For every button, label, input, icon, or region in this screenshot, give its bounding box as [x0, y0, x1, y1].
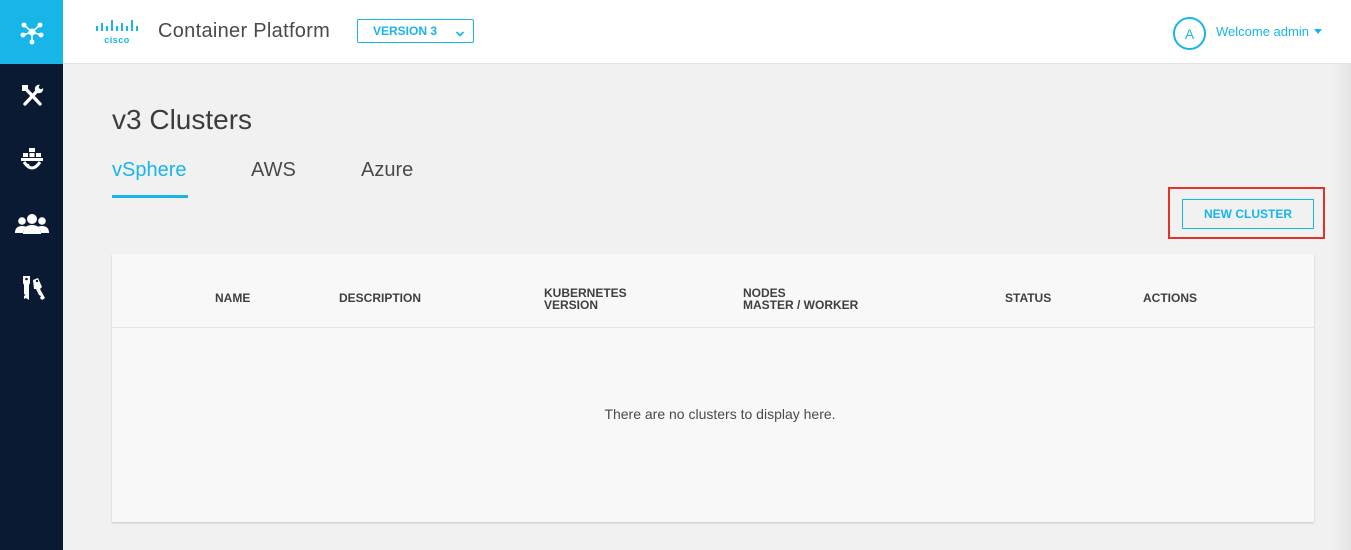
caret-down-icon [1313, 29, 1322, 34]
tab-aws[interactable]: AWS [251, 159, 296, 182]
version-select-value: VERSION 3 [373, 24, 438, 38]
sidebar-item-tools[interactable] [0, 64, 63, 128]
users-icon [14, 212, 49, 236]
page-title: v3 Clusters [112, 104, 253, 135]
empty-state-message: There are no clusters to display here. [604, 406, 836, 422]
cisco-logo: cisco [93, 18, 141, 46]
top-header: cisco Container Platform VERSION 3 A Wel… [63, 0, 1351, 64]
scrollbar-track [1331, 64, 1351, 550]
sidebar-item-docker[interactable] [0, 128, 63, 192]
logo-text: cisco [104, 35, 130, 45]
user-menu[interactable]: Welcome admin [1216, 24, 1322, 39]
column-header-actions: ACTIONS [1143, 291, 1197, 305]
chevron-down-icon [455, 27, 465, 41]
version-select[interactable]: VERSION 3 [357, 19, 474, 43]
network-icon [19, 19, 45, 45]
sidebar [0, 0, 63, 550]
new-cluster-button[interactable]: NEW CLUSTER [1182, 199, 1314, 229]
column-header-kubernetes-version[interactable]: KUBERNETES VERSION [544, 287, 627, 311]
sidebar-item-keys[interactable] [0, 256, 63, 320]
keys-icon [19, 274, 45, 302]
sidebar-item-home[interactable] [0, 0, 63, 64]
docker-icon [19, 147, 45, 173]
welcome-text: Welcome admin [1216, 24, 1309, 39]
active-tab-indicator [112, 195, 188, 198]
clusters-table: NAME DESCRIPTION KUBERNETES VERSION NODE… [112, 254, 1314, 522]
sidebar-item-users[interactable] [0, 192, 63, 256]
tools-icon [19, 83, 45, 109]
table-header: NAME DESCRIPTION KUBERNETES VERSION NODE… [112, 254, 1314, 328]
tab-azure[interactable]: Azure [361, 159, 413, 182]
column-header-status[interactable]: STATUS [1005, 292, 1051, 304]
column-header-nodes[interactable]: NODES MASTER / WORKER [743, 287, 858, 311]
avatar-initial: A [1184, 25, 1195, 42]
app-title: Container Platform [158, 20, 331, 42]
column-header-name[interactable]: NAME [215, 292, 250, 304]
avatar[interactable]: A [1173, 17, 1206, 50]
column-header-description[interactable]: DESCRIPTION [339, 292, 421, 304]
tab-vsphere[interactable]: vSphere [112, 159, 187, 182]
